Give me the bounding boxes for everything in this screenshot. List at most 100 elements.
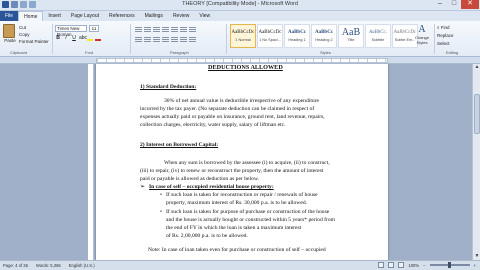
increase-indent-button[interactable]: [171, 26, 178, 32]
zoom-slider[interactable]: [429, 262, 470, 268]
style-heading-2[interactable]: AaBbCc Heading 2: [311, 24, 337, 48]
text-highlight-button[interactable]: [87, 35, 93, 42]
tab-insert[interactable]: Insert: [43, 11, 66, 21]
font-size-select[interactable]: 11: [89, 25, 99, 32]
style-sample: AaB: [341, 27, 361, 38]
language-indicator[interactable]: English (U.S.): [69, 263, 95, 268]
style-sample: AaBbCcDc: [258, 30, 282, 35]
close-button[interactable]: ✕: [461, 0, 479, 9]
full-screen-view-icon[interactable]: [388, 262, 395, 268]
minimize-button[interactable]: –: [433, 0, 447, 9]
paragraph-group-label: Paragraph: [170, 50, 189, 55]
strikethrough-button[interactable]: abc: [79, 35, 87, 42]
underline-button[interactable]: U: [71, 35, 77, 42]
tab-home[interactable]: Home: [18, 11, 44, 21]
style-name: Title: [347, 38, 355, 42]
document-area[interactable]: DEDUCTIONS ALLOWED 1) Standard Deduction…: [0, 64, 472, 260]
align-right-button[interactable]: [153, 36, 160, 42]
section-heading: 1) Standard Deduction:: [140, 84, 197, 90]
web-layout-view-icon[interactable]: [398, 262, 405, 268]
format-painter-button[interactable]: Format Painter: [19, 38, 49, 45]
document-title: DEDUCTIONS ALLOWED: [208, 64, 283, 71]
paste-label: Paste: [4, 38, 16, 43]
style-sample: AaBbCc.: [369, 30, 387, 35]
print-layout-view-icon[interactable]: [378, 262, 385, 268]
ribbon-tabs: File Home Insert Page Layout References …: [0, 11, 480, 21]
group-divider: [226, 24, 227, 54]
justify-button[interactable]: [162, 36, 169, 42]
scroll-up-icon[interactable]: ▲: [473, 64, 480, 71]
vertical-ruler[interactable]: [88, 64, 94, 260]
style-name: Heading 1: [288, 38, 306, 42]
bullet-line: property, maximum interest of Rs. 30,000…: [166, 200, 308, 206]
multilevel-list-button[interactable]: [153, 26, 160, 32]
word-window: THEORY [Compatibility Mode] - Microsoft …: [0, 0, 480, 270]
change-styles-label: Change Styles: [414, 35, 429, 45]
style-name: Heading 2: [315, 38, 333, 42]
align-center-button[interactable]: [144, 36, 151, 42]
paragraph-line: incurred by the tax payer. (No separate …: [140, 106, 315, 112]
zoom-slider-handle[interactable]: [447, 262, 451, 268]
line-spacing-button[interactable]: [171, 36, 178, 42]
tab-page-layout[interactable]: Page Layout: [66, 11, 104, 21]
clipboard-icon: [3, 24, 15, 38]
word-count[interactable]: Words: 5,366: [36, 263, 61, 268]
style-heading-1[interactable]: AaBbCc Heading 1: [284, 24, 310, 48]
ribbon: Paste Cut Copy Format Painter Clipboard …: [0, 21, 480, 57]
tab-review[interactable]: Review: [168, 11, 194, 21]
paragraph-line: paid or payable is allowed as deduction …: [140, 176, 259, 182]
italic-button[interactable]: I: [63, 35, 69, 42]
select-button[interactable]: Select: [437, 40, 454, 48]
find-button[interactable]: ⌕ Find: [437, 24, 454, 32]
align-left-button[interactable]: [135, 36, 142, 42]
document-page[interactable]: DEDUCTIONS ALLOWED 1) Standard Deduction…: [96, 64, 388, 260]
paste-button[interactable]: Paste: [3, 24, 17, 44]
tab-references[interactable]: References: [104, 11, 140, 21]
horizontal-ruler[interactable]: [0, 57, 480, 64]
arrow-bullet-icon: ➢: [140, 184, 146, 190]
clipboard-group-label: Clipboard: [10, 50, 28, 55]
status-bar: Page: 4 of 36 Words: 5,366 English (U.S.…: [0, 260, 480, 270]
change-styles-button[interactable]: A Change Styles: [411, 24, 433, 52]
bullet-line: the end of FY in which the loan is taken…: [166, 225, 302, 231]
maximize-button[interactable]: □: [447, 0, 461, 9]
style-no-spacing[interactable]: AaBbCcDc 1 No Spaci...: [257, 24, 283, 48]
paragraph-line: expenses actually paid or payable on ins…: [140, 114, 325, 120]
paragraph-line: (iii) to repair, (iv) to renew or recons…: [140, 168, 324, 174]
font-color-button[interactable]: [95, 35, 101, 42]
tab-view[interactable]: View: [194, 11, 215, 21]
style-subtitle[interactable]: AaBbCc. Subtitle: [365, 24, 391, 48]
copy-button[interactable]: Copy: [19, 31, 49, 38]
page-count[interactable]: Page: 4 of 36: [3, 263, 28, 268]
title-bar: THEORY [Compatibility Mode] - Microsoft …: [0, 0, 480, 11]
borders-button[interactable]: [189, 36, 196, 42]
style-sample: AaBbCc: [287, 30, 307, 35]
show-formatting-button[interactable]: [189, 26, 196, 32]
change-styles-icon: A: [418, 24, 426, 35]
font-group-label: Font: [85, 50, 94, 55]
numbering-button[interactable]: [144, 26, 151, 32]
tab-file[interactable]: File: [0, 11, 19, 21]
style-title[interactable]: AaB Title: [338, 24, 364, 48]
replace-button[interactable]: Replace: [437, 32, 454, 40]
bold-button[interactable]: B: [55, 35, 61, 42]
cut-button[interactable]: Cut: [19, 24, 49, 31]
paragraph-line: collection charges, electricity, water s…: [140, 122, 286, 128]
bullets-button[interactable]: [135, 26, 142, 32]
zoom-out-icon[interactable]: −: [423, 263, 425, 268]
sort-button[interactable]: [180, 26, 187, 32]
vertical-scrollbar[interactable]: ▲ ▼: [472, 64, 480, 260]
tab-mailings[interactable]: Mailings: [140, 11, 168, 21]
scroll-down-icon[interactable]: ▼: [473, 253, 480, 260]
font-name-select[interactable]: Times New Roman: [55, 25, 87, 37]
style-name: 1 No Spaci...: [259, 38, 281, 42]
bullet-line: of Rs. 2,00,000 p.a. is to be allowed.: [166, 233, 248, 239]
zoom-level[interactable]: 100%: [408, 263, 419, 268]
bullet-line: and the house is actually bought or cons…: [166, 217, 336, 223]
style-normal[interactable]: AaBbCcDc 1 Normal: [230, 24, 256, 48]
decrease-indent-button[interactable]: [162, 26, 169, 32]
shading-button[interactable]: [180, 36, 187, 42]
styles-group-label: Styles: [320, 50, 331, 55]
scroll-thumb[interactable]: [474, 94, 480, 134]
zoom-in-icon[interactable]: +: [474, 263, 476, 268]
